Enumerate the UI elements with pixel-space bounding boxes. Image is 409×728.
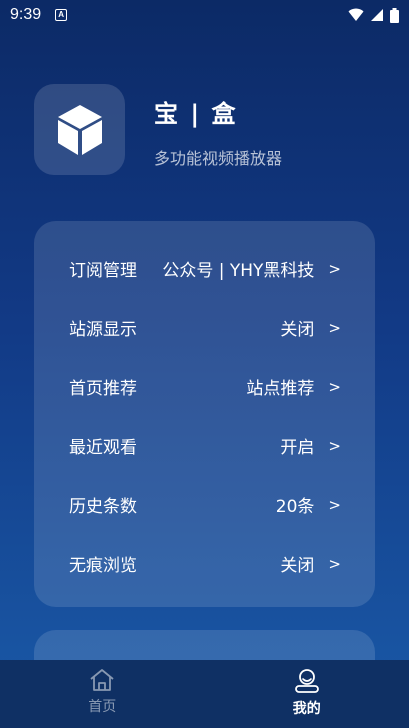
- bottom-nav: 首页 我的: [0, 660, 409, 728]
- setting-label: 最近观看: [69, 438, 137, 458]
- cube-icon: [57, 104, 102, 155]
- setting-value: 关闭: [280, 320, 315, 340]
- battery-icon: [390, 7, 399, 23]
- setting-value: 站点推荐: [246, 379, 315, 399]
- setting-value: 20条: [275, 497, 315, 517]
- nav-item-home[interactable]: 首页: [0, 660, 205, 728]
- setting-label: 首页推荐: [69, 379, 137, 399]
- signal-icon: [371, 9, 383, 21]
- a-box-icon: A: [55, 9, 68, 21]
- app-subtitle: 多功能视频播放器: [154, 149, 283, 168]
- profile-icon: [294, 669, 319, 693]
- setting-row-source-display[interactable]: 站源显示 关闭 >: [69, 298, 341, 357]
- app-icon: [34, 84, 125, 175]
- nav-item-profile[interactable]: 我的: [205, 660, 409, 728]
- status-bar: 9:39 A: [0, 0, 409, 30]
- setting-value: 关闭: [280, 556, 315, 576]
- nav-label: 首页: [88, 699, 117, 715]
- nav-label: 我的: [292, 701, 321, 717]
- setting-label: 历史条数: [69, 497, 137, 517]
- chevron-right-icon: >: [328, 495, 341, 514]
- settings-card: 订阅管理 公众号 | YHY黑科技 > 站源显示 关闭 > 首页推荐 站点推荐 …: [34, 221, 375, 607]
- setting-row-home-recommend[interactable]: 首页推荐 站点推荐 >: [69, 357, 341, 416]
- chevron-right-icon: >: [328, 436, 341, 455]
- chevron-right-icon: >: [328, 259, 341, 278]
- setting-row-history-count[interactable]: 历史条数 20条 >: [69, 475, 341, 534]
- setting-value: 开启: [280, 438, 315, 458]
- wifi-icon: [348, 8, 364, 21]
- setting-value: 公众号 | YHY黑科技: [162, 261, 315, 281]
- setting-label: 无痕浏览: [69, 556, 137, 576]
- setting-label: 站源显示: [69, 320, 137, 340]
- setting-row-incognito[interactable]: 无痕浏览 关闭 >: [69, 534, 341, 593]
- chevron-right-icon: >: [328, 318, 341, 337]
- home-icon: [90, 669, 114, 691]
- setting-label: 订阅管理: [69, 261, 137, 281]
- chevron-right-icon: >: [328, 554, 341, 573]
- status-time: 9:39: [10, 6, 42, 23]
- chevron-right-icon: >: [328, 377, 341, 396]
- status-icons: [348, 7, 399, 23]
- setting-row-subscription[interactable]: 订阅管理 公众号 | YHY黑科技 >: [69, 239, 341, 298]
- setting-row-recent-watch[interactable]: 最近观看 开启 >: [69, 416, 341, 475]
- app-title: 宝 | 盒: [154, 100, 238, 128]
